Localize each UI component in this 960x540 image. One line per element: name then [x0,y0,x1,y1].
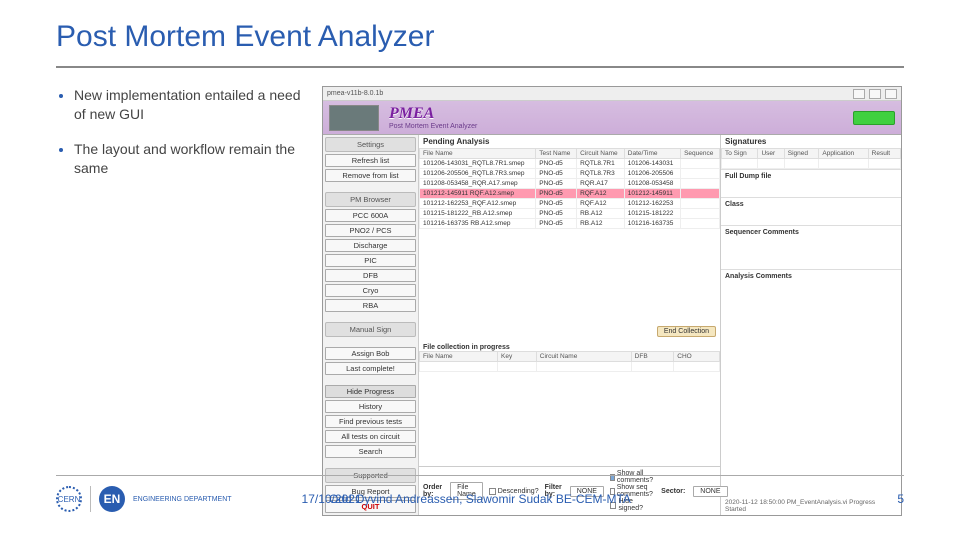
footer-row: CERN EN ENGINEERING DEPARTMENT 17/10/202… [56,486,904,512]
pending-panel: Pending Analysis File Name Test Name Cir… [419,135,721,515]
col-head: Date/Time [624,149,680,159]
pending-table: File Name Test Name Circuit Name Date/Ti… [419,148,720,229]
col-head: To Sign [722,149,758,159]
banner-logo: PMEA [389,105,477,123]
col-head: Signed [784,149,819,159]
side-item[interactable]: RBA [325,299,416,312]
side-settings[interactable]: Settings [325,137,416,152]
slide: Post Mortem Event Analyzer New implement… [0,0,960,540]
side-item[interactable]: PNO2 / PCS [325,224,416,237]
last-complete-button[interactable]: Last complete! [325,362,416,375]
table-row[interactable]: 101212-162253_RQF.A12.smepPNO-d5RQF.A121… [420,199,720,209]
assign-button[interactable]: Assign Bob [325,347,416,360]
signatures-title: Signatures [721,135,901,148]
analysis-comments-label: Analysis Comments [721,269,901,283]
bullet-item: New implementation entailed a need of ne… [74,86,306,124]
table-row [722,159,901,169]
app-window: pmea-v11b-8.0.1b PMEA Post Mortem Event … [322,86,902,516]
status-chip [853,111,895,125]
screenshot: pmea-v11b-8.0.1b PMEA Post Mortem Event … [322,86,904,516]
col-head: CHO [674,352,720,362]
history-button[interactable]: History [325,400,416,413]
title-rule [56,66,904,68]
side-item[interactable]: Cryo [325,284,416,297]
col-head: File Name [420,149,536,159]
app-body: Settings Refresh list Remove from list P… [323,135,901,515]
banner-text: PMEA Post Mortem Event Analyzer [389,105,477,130]
pending-title: Pending Analysis [419,135,720,148]
minimize-icon[interactable] [853,89,865,99]
col-head: Test Name [536,149,577,159]
full-dump-label: Full Dump file [721,169,901,183]
search-button[interactable]: Search [325,445,416,458]
window-title: pmea-v11b-8.0.1b [327,90,383,97]
col-head: User [758,149,784,159]
col-head: File Name [420,352,498,362]
end-collection-button[interactable]: End Collection [657,326,716,337]
footer-authors: Odd Oyvind Andreassen, Slawomir Sudak BE… [56,492,904,506]
table-header-row: To Sign User Signed Application Result [722,149,901,159]
table-header-row: File Name Key Circuit Name DFB CHO [420,352,720,362]
hide-progress-button[interactable]: Hide Progress [325,385,416,398]
side-item[interactable]: PCC 600A [325,209,416,222]
slide-body: New implementation entailed a need of ne… [56,86,904,516]
close-icon[interactable] [885,89,897,99]
side-item[interactable]: Discharge [325,239,416,252]
table-header-row: File Name Test Name Circuit Name Date/Ti… [420,149,720,159]
col-head: DFB [631,352,674,362]
progress-table: File Name Key Circuit Name DFB CHO [419,351,720,372]
titlebar: pmea-v11b-8.0.1b [323,87,901,101]
maximize-icon[interactable] [869,89,881,99]
table-row [420,362,720,372]
file-collection-label: File collection in progress [419,340,720,351]
bullet-item: The layout and workflow remain the same [74,140,306,178]
find-prev-button[interactable]: Find previous tests [325,415,416,428]
table-row[interactable]: 101212-145911 RQF.A12.smepPNO-d5RQF.A121… [420,189,720,199]
remove-button[interactable]: Remove from list [325,169,416,182]
col-head: Circuit Name [577,149,625,159]
footer-rule [56,475,904,476]
class-label: Class [721,197,901,211]
pm-browser-header: PM Browser [325,192,416,207]
side-item[interactable]: PIC [325,254,416,267]
table-row[interactable]: 101206-205506_RQTL8.7R3.smepPNO-d5RQTL8.… [420,169,720,179]
signatures-table: To Sign User Signed Application Result [721,148,901,169]
signatures-panel: Signatures To Sign User Signed Applicati… [721,135,901,515]
banner: PMEA Post Mortem Event Analyzer [323,101,901,135]
col-head: Result [868,149,900,159]
sidebar: Settings Refresh list Remove from list P… [323,135,419,515]
col-head: Sequence [681,149,720,159]
manual-sign-header: Manual Sign [325,322,416,337]
all-tests-button[interactable]: All tests on circuit [325,430,416,443]
banner-subtitle: Post Mortem Event Analyzer [389,123,477,130]
col-head: Application [819,149,868,159]
table-row[interactable]: 101208-053458_RQR.A17.smepPNO-d5RQR.A171… [420,179,720,189]
slide-title: Post Mortem Event Analyzer [56,20,904,54]
bullet-list: New implementation entailed a need of ne… [56,86,306,516]
refresh-button[interactable]: Refresh list [325,154,416,167]
table-row[interactable]: 101215-181222_RB.A12.smepPNO-d5RB.A12101… [420,209,720,219]
table-row[interactable]: 101206-143031_RQTL8.7R1.smepPNO-d5RQTL8.… [420,159,720,169]
table-row[interactable]: 101216-163735 RB.A12.smepPNO-d5RB.A12101… [420,219,720,229]
col-head: Key [498,352,537,362]
banner-thumb [329,105,379,131]
seq-comments-label: Sequencer Comments [721,225,901,239]
footer: CERN EN ENGINEERING DEPARTMENT 17/10/202… [56,475,904,512]
side-item[interactable]: DFB [325,269,416,282]
col-head: Circuit Name [536,352,631,362]
